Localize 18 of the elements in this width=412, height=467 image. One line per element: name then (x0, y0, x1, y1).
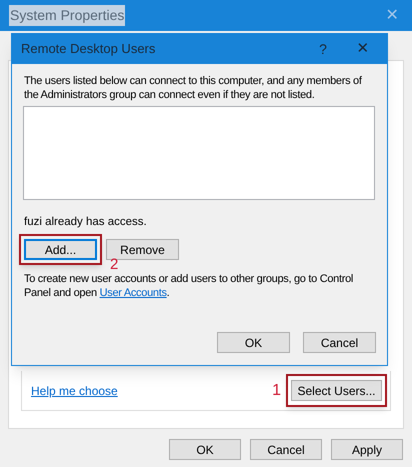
dialog-button[interactable]: Apply (331, 439, 403, 460)
help-link[interactable]: Help me choose (31, 382, 118, 400)
dialog-title: Remote Desktop Users (21, 40, 156, 58)
dialog-button[interactable]: Cancel (250, 439, 322, 460)
access-note: fuzi already has access. (23, 215, 148, 230)
select-users-button[interactable]: Select Users... (291, 380, 382, 401)
user-accounts-link[interactable]: User Accounts (100, 287, 167, 300)
help-button[interactable]: ? (313, 38, 333, 60)
info-text: To create new user accounts or add users to other groups, go to Control Panel and open User Accounts. (23, 272, 354, 300)
dialog-button[interactable]: OK (217, 332, 290, 353)
users-list[interactable] (23, 106, 375, 200)
intro-text: The users listed below can connect to this computer, and any members of the Administrators group can connect even if they are not listed. (23, 74, 363, 102)
add-button[interactable]: Add... (24, 239, 97, 260)
close-button[interactable]: ✕ (353, 38, 373, 60)
dialog-button[interactable]: OK (169, 439, 241, 460)
annotation-number: 1 (272, 380, 281, 400)
window-title: System Properties (9, 5, 126, 26)
dialog-button[interactable]: Cancel (303, 332, 376, 353)
